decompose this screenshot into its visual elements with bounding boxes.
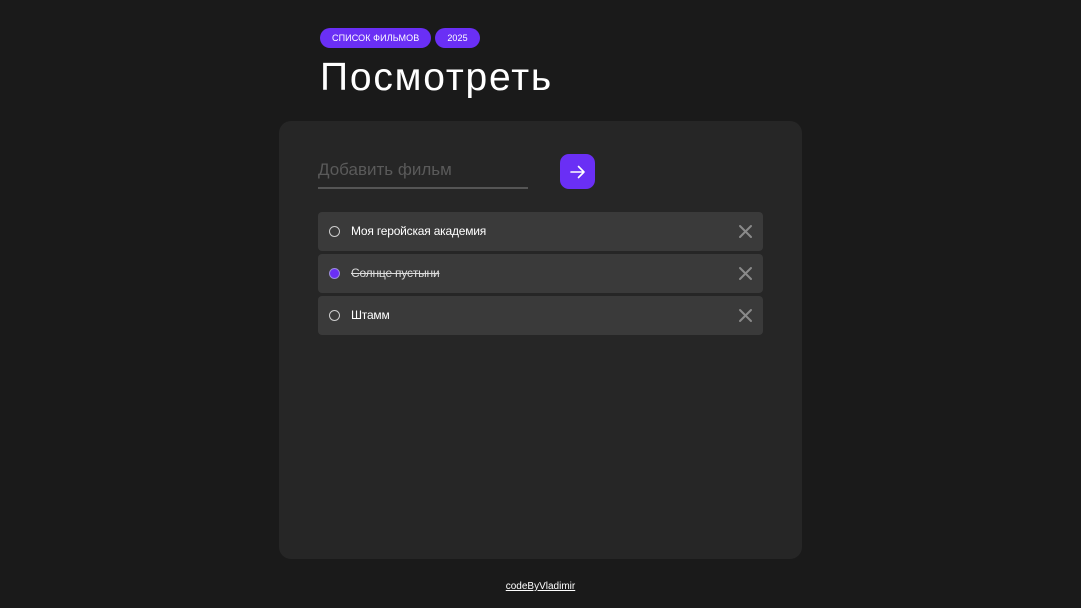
remove-button[interactable]	[738, 224, 753, 239]
list-item: Штамм	[318, 296, 763, 335]
remove-button[interactable]	[738, 308, 753, 323]
remove-button[interactable]	[738, 266, 753, 281]
badge-movie-list: СПИСОК ФИЛЬМОВ	[320, 28, 432, 48]
watched-checkbox[interactable]	[329, 310, 340, 321]
movie-card: Моя геройская академия Солнце пустыни Шт…	[279, 121, 802, 559]
close-icon	[739, 225, 752, 238]
movie-list: Моя геройская академия Солнце пустыни Шт…	[318, 212, 763, 335]
movie-title: Штамм	[351, 308, 390, 322]
badges: СПИСОК ФИЛЬМОВ 2025	[320, 28, 480, 48]
author-link[interactable]: codeByVladimir	[506, 581, 575, 592]
movie-title: Моя геройская академия	[351, 224, 487, 238]
list-item: Моя геройская академия	[318, 212, 763, 251]
list-item: Солнце пустыни	[318, 254, 763, 293]
footer: codeByVladimir	[0, 581, 1081, 592]
add-movie-button[interactable]	[560, 154, 595, 189]
close-icon	[739, 309, 752, 322]
close-icon	[739, 267, 752, 280]
watched-checkbox[interactable]	[329, 268, 340, 279]
add-movie-input[interactable]	[318, 153, 528, 189]
page-title: Посмотреть	[320, 56, 553, 99]
arrow-right-icon	[569, 165, 585, 178]
movie-title: Солнце пустыни	[351, 266, 440, 280]
watched-checkbox[interactable]	[329, 226, 340, 237]
badge-year: 2025	[435, 28, 480, 48]
